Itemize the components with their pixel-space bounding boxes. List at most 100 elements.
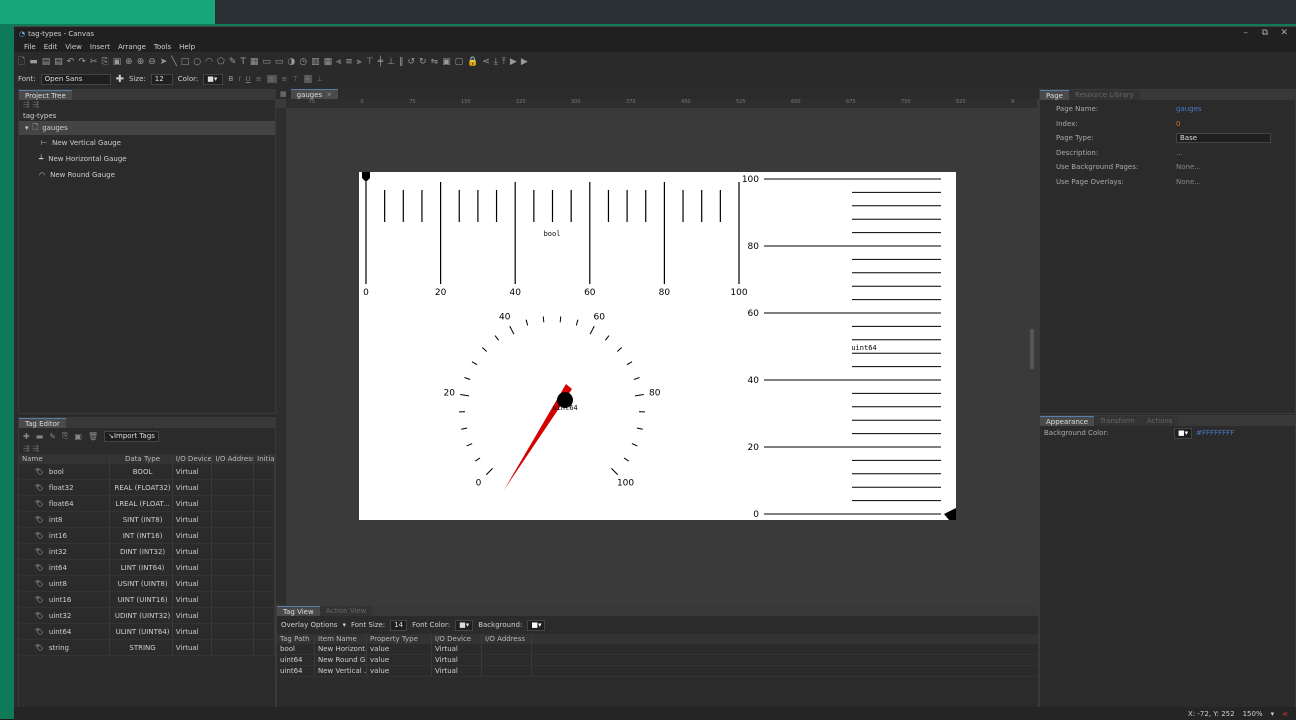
rotate-left-icon[interactable]: ↺ bbox=[407, 57, 415, 67]
table-row[interactable]: 🏷float64LREAL (FLOAT...Virtual bbox=[19, 496, 275, 512]
bg-color-picker[interactable]: ■▾ bbox=[1174, 428, 1192, 439]
overlay-options[interactable]: Overlay Options bbox=[281, 621, 337, 629]
align-center-icon[interactable]: ≡ bbox=[345, 57, 353, 67]
col-tv-io-device[interactable]: I/O Device bbox=[432, 634, 482, 644]
folder-icon[interactable]: ▬ bbox=[36, 432, 44, 441]
background-picker[interactable]: ■▾ bbox=[527, 620, 545, 631]
align-right-icon[interactable]: ⫸ bbox=[357, 57, 362, 67]
table-row[interactable]: 🏷int16INT (INT16)Virtual bbox=[19, 528, 275, 544]
tree-item-vertical-gauge[interactable]: ⊢New Vertical Gauge bbox=[19, 135, 275, 151]
property-value[interactable]: None... bbox=[1176, 163, 1201, 171]
font-color-picker[interactable]: ■▾ bbox=[455, 620, 473, 631]
col-tv-io-address[interactable]: I/O Address bbox=[482, 634, 532, 644]
underline-icon[interactable]: U bbox=[246, 75, 251, 83]
menu-arrange[interactable]: Arrange bbox=[118, 43, 146, 51]
font-size-select[interactable]: 14 bbox=[390, 620, 407, 631]
zoom-in-icon[interactable]: ⊕ bbox=[125, 57, 133, 67]
round-gauge[interactable]: 020406080100uint64 bbox=[444, 312, 661, 490]
table-row[interactable]: uint64New Vertical ...valueVirtual bbox=[277, 666, 1038, 677]
col-tag-path[interactable]: Tag Path bbox=[277, 634, 315, 644]
download-icon[interactable]: ⤓ bbox=[494, 57, 498, 67]
tab-transform[interactable]: Transform bbox=[1094, 416, 1141, 426]
ellipse-icon[interactable]: ○ bbox=[193, 57, 201, 67]
table-row[interactable]: 🏷int32DINT (INT32)Virtual bbox=[19, 544, 275, 560]
text-bottom-icon[interactable]: ⊥ bbox=[317, 75, 323, 83]
align-left-icon[interactable]: ⫷ bbox=[336, 57, 341, 67]
col-initial-value[interactable]: Initial Valu bbox=[254, 454, 275, 464]
zoom-level[interactable]: 150% bbox=[1243, 710, 1263, 718]
font-select[interactable]: Open Sans bbox=[41, 74, 111, 85]
tab-page[interactable]: Page bbox=[1040, 90, 1069, 100]
share-status-icon[interactable]: ⋖ bbox=[1282, 710, 1288, 718]
table-row[interactable]: 🏷uint64ULINT (UINT64)Virtual bbox=[19, 624, 275, 640]
text-align-right-icon[interactable]: ≡ bbox=[282, 75, 288, 83]
rect-icon[interactable]: □ bbox=[181, 57, 190, 67]
chart-icon[interactable]: ▥ bbox=[311, 57, 320, 67]
run-icon[interactable]: ▶ bbox=[510, 57, 517, 67]
add-icon[interactable]: ✚ bbox=[116, 74, 124, 85]
text-align-left-icon[interactable]: ≡ bbox=[256, 75, 262, 83]
edit-icon[interactable]: ✎ bbox=[49, 432, 56, 441]
launch-icon[interactable]: ▶ bbox=[521, 57, 528, 67]
table-row[interactable]: 🏷uint8USINT (UINT8)Virtual bbox=[19, 576, 275, 592]
ungroup-icon[interactable]: ▢ bbox=[455, 57, 464, 67]
restore-button[interactable]: ⧉ bbox=[1262, 28, 1268, 38]
tree-item-horizontal-gauge[interactable]: ┷New Horizontal Gauge bbox=[19, 151, 275, 167]
undo-icon[interactable]: ↶ bbox=[67, 57, 75, 67]
table-row[interactable]: 🏷stringSTRINGVirtual bbox=[19, 640, 275, 656]
gauge-icon[interactable]: ◑ bbox=[287, 57, 295, 67]
col-item-name[interactable]: Item Name bbox=[315, 634, 367, 644]
property-value[interactable]: None... bbox=[1176, 178, 1201, 186]
button-icon[interactable]: ▭ bbox=[262, 57, 271, 67]
menu-edit[interactable]: Edit bbox=[44, 43, 58, 51]
save-all-icon[interactable]: ▤ bbox=[54, 57, 63, 67]
table-row[interactable]: 🏷boolBOOLVirtual bbox=[19, 464, 275, 480]
overlay-dropdown-icon[interactable]: ▾ bbox=[342, 621, 346, 629]
table-row[interactable]: 🏷uint16UINT (UINT16)Virtual bbox=[19, 592, 275, 608]
delete-icon[interactable]: 🗑 bbox=[88, 432, 98, 441]
save-icon[interactable]: ▤ bbox=[42, 57, 51, 67]
align-middle-icon[interactable]: ╪ bbox=[378, 57, 383, 67]
new-icon[interactable]: 🗋 bbox=[18, 54, 25, 70]
table-row[interactable]: boolNew Horizont...valueVirtual bbox=[277, 644, 1038, 655]
flip-icon[interactable]: ⇋ bbox=[431, 57, 439, 67]
line-icon[interactable]: ╲ bbox=[171, 57, 176, 67]
tab-actions[interactable]: Actions bbox=[1141, 416, 1179, 426]
select-icon[interactable]: ➤ bbox=[160, 57, 168, 67]
bold-icon[interactable]: B bbox=[228, 75, 233, 83]
minimize-button[interactable]: – bbox=[1244, 28, 1249, 38]
menu-tools[interactable]: Tools bbox=[154, 43, 171, 51]
copy-icon[interactable]: ⎘ bbox=[101, 57, 108, 67]
property-value[interactable]: 0 bbox=[1176, 120, 1180, 128]
rotate-right-icon[interactable]: ↻ bbox=[419, 57, 427, 67]
cut-icon[interactable]: ✂ bbox=[90, 57, 98, 67]
expand-arrow-icon[interactable]: ▾ bbox=[25, 124, 29, 132]
upload-icon[interactable]: ⤒ bbox=[502, 57, 506, 67]
property-value[interactable]: gauges bbox=[1176, 105, 1202, 113]
property-value[interactable]: ... bbox=[1176, 149, 1183, 157]
text-icon[interactable]: T bbox=[240, 57, 246, 67]
tag-expand-icons[interactable]: ⇶ ⇶ bbox=[19, 444, 275, 454]
tab-tag-editor[interactable]: Tag Editor bbox=[19, 418, 66, 428]
design-page[interactable]: 020406080100bool 020406080100uint64 1008… bbox=[359, 172, 956, 520]
horizontal-gauge[interactable]: 020406080100bool bbox=[362, 172, 748, 298]
col-property-type[interactable]: Property Type bbox=[367, 634, 432, 644]
italic-icon[interactable]: I bbox=[239, 75, 241, 83]
menu-file[interactable]: File bbox=[24, 43, 36, 51]
text-align-center-icon[interactable]: ≡ bbox=[267, 75, 277, 83]
table-row[interactable]: uint64New Round G...valueVirtual bbox=[277, 655, 1038, 666]
table-row[interactable]: 🏷float32REAL (FLOAT32)Virtual bbox=[19, 480, 275, 496]
tab-project-tree[interactable]: Project Tree bbox=[19, 90, 72, 100]
text-middle-icon[interactable]: ╪ bbox=[304, 75, 312, 83]
align-bottom-icon[interactable]: ⊥ bbox=[387, 57, 395, 67]
polygon-icon[interactable]: ⬠ bbox=[217, 57, 225, 67]
table-row[interactable]: 🏷int8SINT (INT8)Virtual bbox=[19, 512, 275, 528]
tab-action-view[interactable]: Action View bbox=[320, 606, 373, 616]
zoom-dropdown-icon[interactable]: ▾ bbox=[1271, 710, 1275, 718]
tab-resource-library[interactable]: Resource Library bbox=[1069, 90, 1140, 100]
tab-close-icon[interactable]: ✕ bbox=[326, 91, 332, 99]
arc-icon[interactable]: ◠ bbox=[205, 57, 213, 67]
import-tags-button[interactable]: ↘ Import Tags bbox=[104, 431, 159, 442]
pen-icon[interactable]: ✎ bbox=[229, 57, 237, 67]
tab-tag-view[interactable]: Tag View bbox=[277, 606, 320, 616]
